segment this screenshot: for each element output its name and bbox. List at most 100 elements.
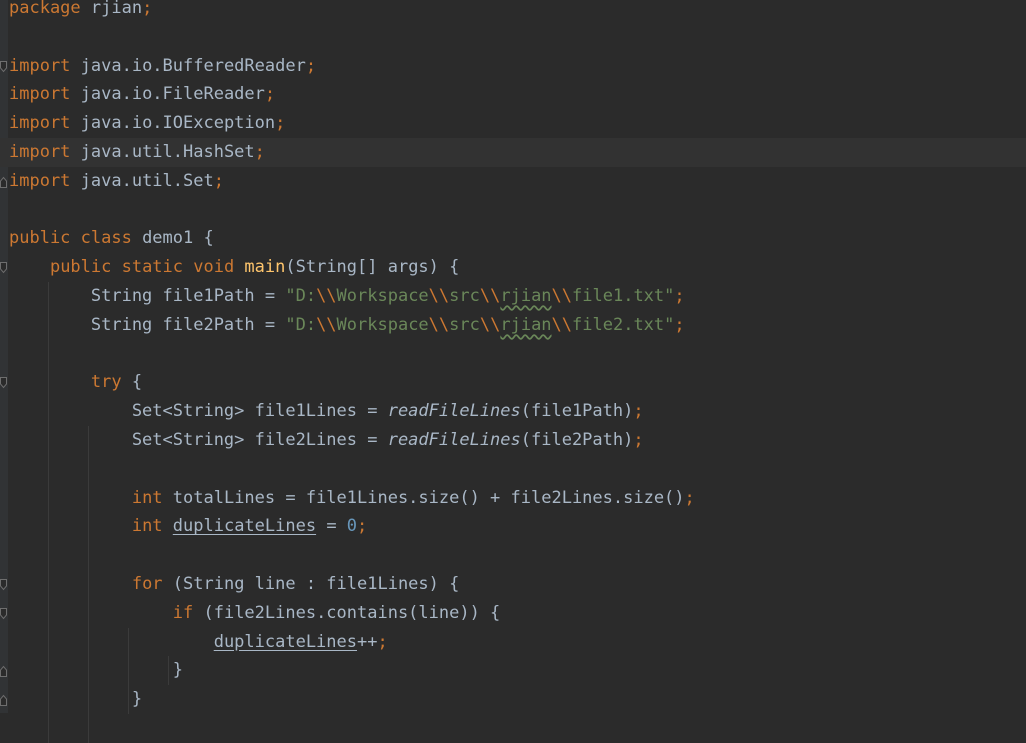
- fold-open-icon[interactable]: [0, 262, 7, 274]
- code-token: public static void: [49, 257, 245, 278]
- code-line[interactable]: }: [0, 656, 1026, 685]
- code-token: java.io.BufferedReader: [80, 55, 306, 76]
- code-token: 0: [346, 516, 358, 537]
- code-token: rjian: [500, 286, 552, 306]
- code-token: ;: [142, 0, 153, 18]
- code-token: (file1Path): [520, 401, 634, 422]
- code-token: ;: [254, 142, 265, 162]
- code-token: ;: [377, 631, 388, 652]
- code-token: Workspace: [336, 286, 429, 306]
- code-token: ;: [357, 516, 368, 537]
- code-token: \\: [428, 314, 450, 335]
- code-token: file1.txt": [572, 286, 675, 306]
- code-line[interactable]: [0, 196, 1026, 225]
- code-token: totalLines = file1Lines.size() + file2Li…: [172, 487, 685, 508]
- code-token: java.io.IOException: [80, 113, 276, 134]
- fold-close-icon[interactable]: [0, 665, 7, 678]
- code-line[interactable]: [0, 340, 1026, 369]
- code-token: for: [131, 574, 173, 594]
- code-token: import: [9, 170, 81, 191]
- fold-open-icon[interactable]: [0, 607, 7, 620]
- code-token: ;: [674, 286, 685, 306]
- code-line[interactable]: String file2Path = "D:\\Workspace\\src\\…: [0, 311, 1026, 340]
- code-line[interactable]: import java.io.IOException;: [0, 109, 1026, 138]
- code-token: "D:: [285, 286, 317, 306]
- fold-close-icon[interactable]: [0, 694, 7, 707]
- code-token: (String line : file1Lines) {: [172, 574, 460, 594]
- code-token: int: [131, 487, 173, 508]
- code-editor[interactable]: package rjian; import java.io.BufferedRea…: [0, 0, 1026, 743]
- code-token: (String[] args) {: [285, 257, 460, 278]
- code-line[interactable]: [0, 23, 1026, 52]
- code-token: try: [90, 372, 132, 393]
- code-token: ;: [305, 55, 317, 76]
- code-token: src: [449, 286, 480, 306]
- fold-close-icon[interactable]: [0, 176, 7, 188]
- fold-open-icon[interactable]: [0, 579, 7, 591]
- code-line[interactable]: String file1Path = "D:\\Workspace\\src\\…: [0, 282, 1026, 311]
- code-token: String file2Path =: [9, 314, 286, 335]
- code-line[interactable]: for (String line : file1Lines) {: [0, 570, 1026, 599]
- code-line[interactable]: public class demo1 {: [0, 224, 1026, 253]
- code-line[interactable]: import java.util.HashSet;: [0, 138, 1026, 167]
- code-token: \\: [551, 314, 573, 335]
- code-token: public class: [9, 228, 143, 249]
- code-token: import: [9, 113, 81, 134]
- code-token: String file1Path =: [9, 286, 286, 306]
- code-line[interactable]: Set<String> file1Lines = readFileLines(f…: [0, 397, 1026, 426]
- code-token: \\: [479, 286, 501, 306]
- code-token: src: [449, 314, 480, 335]
- code-line[interactable]: import java.io.BufferedReader;: [0, 52, 1026, 81]
- code-token: \\: [428, 286, 450, 306]
- code-token: if: [172, 602, 204, 623]
- code-token: readFileLines: [387, 430, 521, 450]
- code-line[interactable]: [0, 455, 1026, 484]
- code-line[interactable]: int totalLines = file1Lines.size() + fil…: [0, 484, 1026, 513]
- code-token: rjian: [90, 0, 143, 18]
- code-token: import: [9, 84, 81, 105]
- code-token: file2.txt": [572, 314, 675, 335]
- code-token: \\: [316, 286, 337, 306]
- code-token: int: [131, 516, 173, 537]
- code-token: \\: [479, 314, 501, 335]
- code-line[interactable]: int duplicateLines = 0;: [0, 512, 1026, 541]
- code-token: \\: [316, 314, 337, 335]
- code-token: import: [9, 142, 81, 162]
- code-line[interactable]: package rjian;: [0, 0, 1026, 23]
- code-token: ;: [684, 487, 695, 508]
- code-token: ;: [674, 314, 685, 335]
- code-line[interactable]: import java.util.Set;: [0, 167, 1026, 196]
- code-token: (file2Path): [520, 430, 634, 450]
- code-token: ;: [275, 113, 286, 134]
- code-token: rjian: [500, 314, 552, 335]
- code-line[interactable]: [0, 541, 1026, 570]
- code-line[interactable]: duplicateLines++;: [0, 628, 1026, 657]
- code-token: ;: [633, 430, 644, 450]
- code-token: package: [9, 0, 91, 18]
- fold-open-icon[interactable]: [0, 60, 7, 73]
- code-line[interactable]: import java.io.FileReader;: [0, 80, 1026, 109]
- code-line[interactable]: Set<String> file2Lines = readFileLines(f…: [0, 426, 1026, 455]
- code-line[interactable]: public static void main(String[] args) {: [0, 253, 1026, 282]
- code-token: ;: [213, 170, 224, 191]
- code-line[interactable]: if (file2Lines.contains(line)) {: [0, 599, 1026, 628]
- code-token: }: [9, 689, 143, 710]
- code-line[interactable]: try {: [0, 368, 1026, 397]
- code-token: java.util.HashSet: [80, 142, 255, 162]
- code-token: main: [244, 257, 286, 278]
- fold-open-icon[interactable]: [0, 377, 7, 389]
- code-line[interactable]: }: [0, 685, 1026, 714]
- code-token: Set<String> file1Lines =: [9, 401, 388, 422]
- code-token: (file2Lines.contains(line)) {: [203, 602, 501, 623]
- code-token: Workspace: [336, 314, 429, 335]
- code-token: duplicateLines: [213, 631, 357, 652]
- code-token: ++: [357, 631, 378, 652]
- code-token: duplicateLines: [172, 516, 317, 537]
- code-token: Set<String> file2Lines =: [9, 430, 388, 450]
